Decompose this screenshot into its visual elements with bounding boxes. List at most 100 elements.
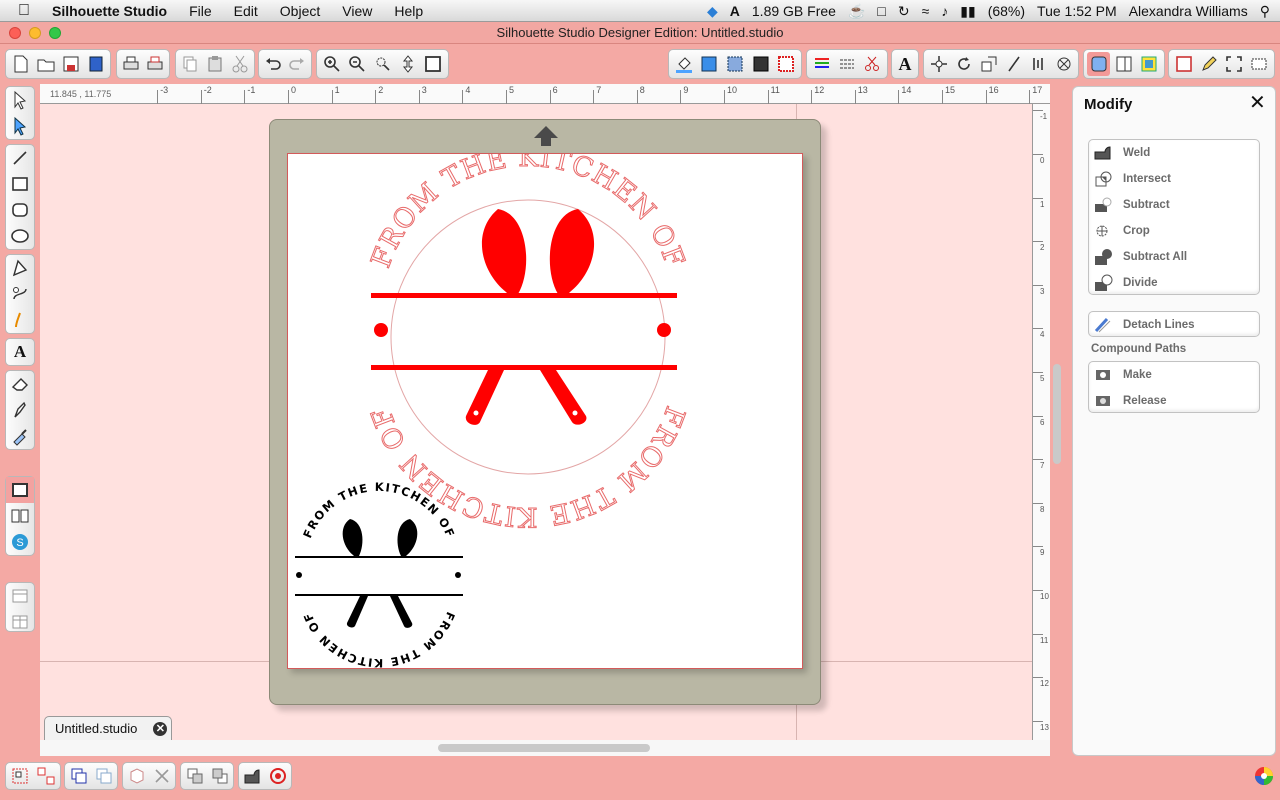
horizontal-scroll-thumb[interactable] bbox=[438, 744, 650, 752]
trace-icon[interactable] bbox=[1052, 52, 1075, 76]
rotate-icon[interactable] bbox=[952, 52, 975, 76]
select-tool-icon[interactable] bbox=[6, 87, 34, 113]
bring-to-front-icon[interactable] bbox=[183, 765, 206, 787]
pan-icon[interactable] bbox=[396, 52, 419, 76]
replicate-icon[interactable] bbox=[1027, 52, 1050, 76]
cut-lines-icon[interactable] bbox=[1172, 52, 1195, 76]
copy-icon[interactable] bbox=[179, 52, 202, 76]
menu-help[interactable]: Help bbox=[383, 3, 434, 19]
open-folder-icon[interactable] bbox=[34, 52, 57, 76]
clock[interactable]: Tue 1:52 PM bbox=[1037, 3, 1117, 19]
dropbox-icon[interactable]: ◆ bbox=[707, 3, 718, 20]
intersect-button[interactable]: Intersect bbox=[1089, 166, 1259, 192]
group-icon[interactable] bbox=[8, 765, 32, 787]
split-view-icon[interactable] bbox=[6, 609, 34, 635]
fill-color-icon[interactable] bbox=[672, 52, 696, 76]
ellipse-tool-icon[interactable] bbox=[6, 223, 34, 249]
display-icon[interactable]: □ bbox=[877, 3, 885, 19]
delete-icon[interactable] bbox=[150, 765, 173, 787]
send-to-cutter-icon[interactable] bbox=[1248, 52, 1271, 76]
silhouette-store-icon[interactable]: S bbox=[6, 529, 34, 555]
zoom-window-button[interactable] bbox=[49, 27, 61, 39]
color-wheel-icon[interactable] bbox=[1254, 766, 1274, 786]
fill-pattern-icon[interactable] bbox=[723, 52, 747, 76]
minimize-window-button[interactable] bbox=[29, 27, 41, 39]
make-compound-bottom-icon[interactable] bbox=[67, 765, 90, 787]
battery-icon[interactable]: ▮▮ bbox=[960, 3, 975, 20]
time-machine-icon[interactable]: ↻ bbox=[898, 3, 910, 20]
weld-bottom-icon[interactable] bbox=[241, 765, 264, 787]
page-setup-icon[interactable] bbox=[1112, 52, 1135, 76]
line-tool-icon[interactable] bbox=[6, 145, 34, 171]
shadow-icon[interactable] bbox=[774, 52, 798, 76]
redo-icon[interactable] bbox=[286, 52, 308, 76]
zoom-in-icon[interactable] bbox=[320, 52, 343, 76]
cut-settings-icon[interactable] bbox=[861, 52, 884, 76]
large-monogram[interactable]: FROM THE KITCHEN OF FROM THE KITCHEN OF bbox=[365, 154, 691, 533]
divide-button[interactable]: Divide bbox=[1089, 270, 1259, 296]
freehand-tool-icon[interactable] bbox=[6, 307, 34, 333]
print-cut-icon[interactable] bbox=[144, 52, 166, 76]
media-page[interactable]: FROM THE KITCHEN OF FROM THE KITCHEN OF bbox=[287, 153, 803, 670]
vertical-scroll-thumb[interactable] bbox=[1053, 364, 1061, 464]
weld-button[interactable]: Weld bbox=[1089, 140, 1259, 166]
eyedropper-tool-icon[interactable] bbox=[6, 423, 34, 449]
memory-status[interactable]: 1.89 GB Free bbox=[752, 3, 836, 19]
adobe-icon[interactable]: A bbox=[730, 3, 740, 19]
battery-percent[interactable]: (68%) bbox=[988, 3, 1025, 19]
fill-texture-icon[interactable] bbox=[749, 52, 773, 76]
eraser-tool-icon[interactable] bbox=[6, 371, 34, 397]
design-store-icon[interactable] bbox=[1087, 52, 1111, 76]
release-compound-bottom-icon[interactable] bbox=[92, 765, 115, 787]
close-panel-icon[interactable]: ✕ bbox=[1249, 93, 1266, 113]
new-file-icon[interactable] bbox=[9, 52, 32, 76]
curve-tool-icon[interactable] bbox=[6, 281, 34, 307]
paste-icon[interactable] bbox=[204, 52, 227, 76]
subtract-button[interactable]: Subtract bbox=[1089, 192, 1259, 218]
page-view-icon[interactable] bbox=[6, 477, 34, 503]
align-icon[interactable] bbox=[927, 52, 950, 76]
apple-icon[interactable]:  bbox=[0, 2, 41, 20]
send-to-back-icon[interactable] bbox=[208, 765, 231, 787]
print-icon[interactable] bbox=[120, 52, 142, 76]
close-tab-icon[interactable]: ✕ bbox=[153, 721, 168, 736]
ungroup-icon[interactable] bbox=[34, 765, 58, 787]
text-style-icon[interactable]: A bbox=[895, 52, 915, 76]
fit-to-page-icon[interactable] bbox=[422, 52, 445, 76]
fill-gradient-icon[interactable] bbox=[698, 52, 722, 76]
edit-points-tool-icon[interactable] bbox=[6, 113, 34, 139]
horizontal-scrollbar[interactable] bbox=[40, 740, 1050, 756]
menu-edit[interactable]: Edit bbox=[223, 3, 269, 19]
wifi-icon[interactable]: ≈ bbox=[922, 3, 930, 19]
line-color-icon[interactable] bbox=[810, 52, 833, 76]
save-to-library-icon[interactable] bbox=[84, 52, 107, 76]
vertical-scrollbar[interactable] bbox=[1050, 84, 1064, 756]
single-view-icon[interactable] bbox=[6, 583, 34, 609]
close-window-button[interactable] bbox=[9, 27, 21, 39]
volume-icon[interactable]: ♪ bbox=[941, 3, 948, 19]
polygon-tool-icon[interactable] bbox=[6, 255, 34, 281]
knife-tool-icon[interactable] bbox=[6, 397, 34, 423]
line-style-icon[interactable] bbox=[835, 52, 858, 76]
save-icon[interactable] bbox=[59, 52, 82, 76]
sketch-pen-icon[interactable] bbox=[1197, 52, 1220, 76]
detach-lines-button[interactable]: Detach Lines bbox=[1089, 312, 1259, 338]
fullscreen-icon[interactable] bbox=[1223, 52, 1246, 76]
undo-icon[interactable] bbox=[262, 52, 284, 76]
document-tab[interactable]: Untitled.studio ✕ bbox=[44, 716, 172, 740]
zoom-out-icon[interactable] bbox=[345, 52, 368, 76]
rectangle-tool-icon[interactable] bbox=[6, 171, 34, 197]
menu-view[interactable]: View bbox=[331, 3, 383, 19]
library-icon[interactable] bbox=[6, 503, 34, 529]
rounded-rectangle-tool-icon[interactable] bbox=[6, 197, 34, 223]
document-tab-label[interactable]: Untitled.studio bbox=[55, 721, 137, 736]
make-compound-button[interactable]: Make bbox=[1089, 362, 1259, 388]
move-icon[interactable] bbox=[1002, 52, 1025, 76]
app-menu[interactable]: Silhouette Studio bbox=[41, 3, 178, 19]
replicate-bottom-icon[interactable] bbox=[125, 765, 148, 787]
menu-file[interactable]: File bbox=[178, 3, 223, 19]
text-tool-icon[interactable]: A bbox=[6, 339, 34, 365]
small-monogram[interactable]: FROM THE KITCHEN OF FROM THE KITCHEN OF bbox=[295, 480, 463, 670]
user-name[interactable]: Alexandra Williams bbox=[1129, 3, 1248, 19]
menu-object[interactable]: Object bbox=[269, 3, 331, 19]
